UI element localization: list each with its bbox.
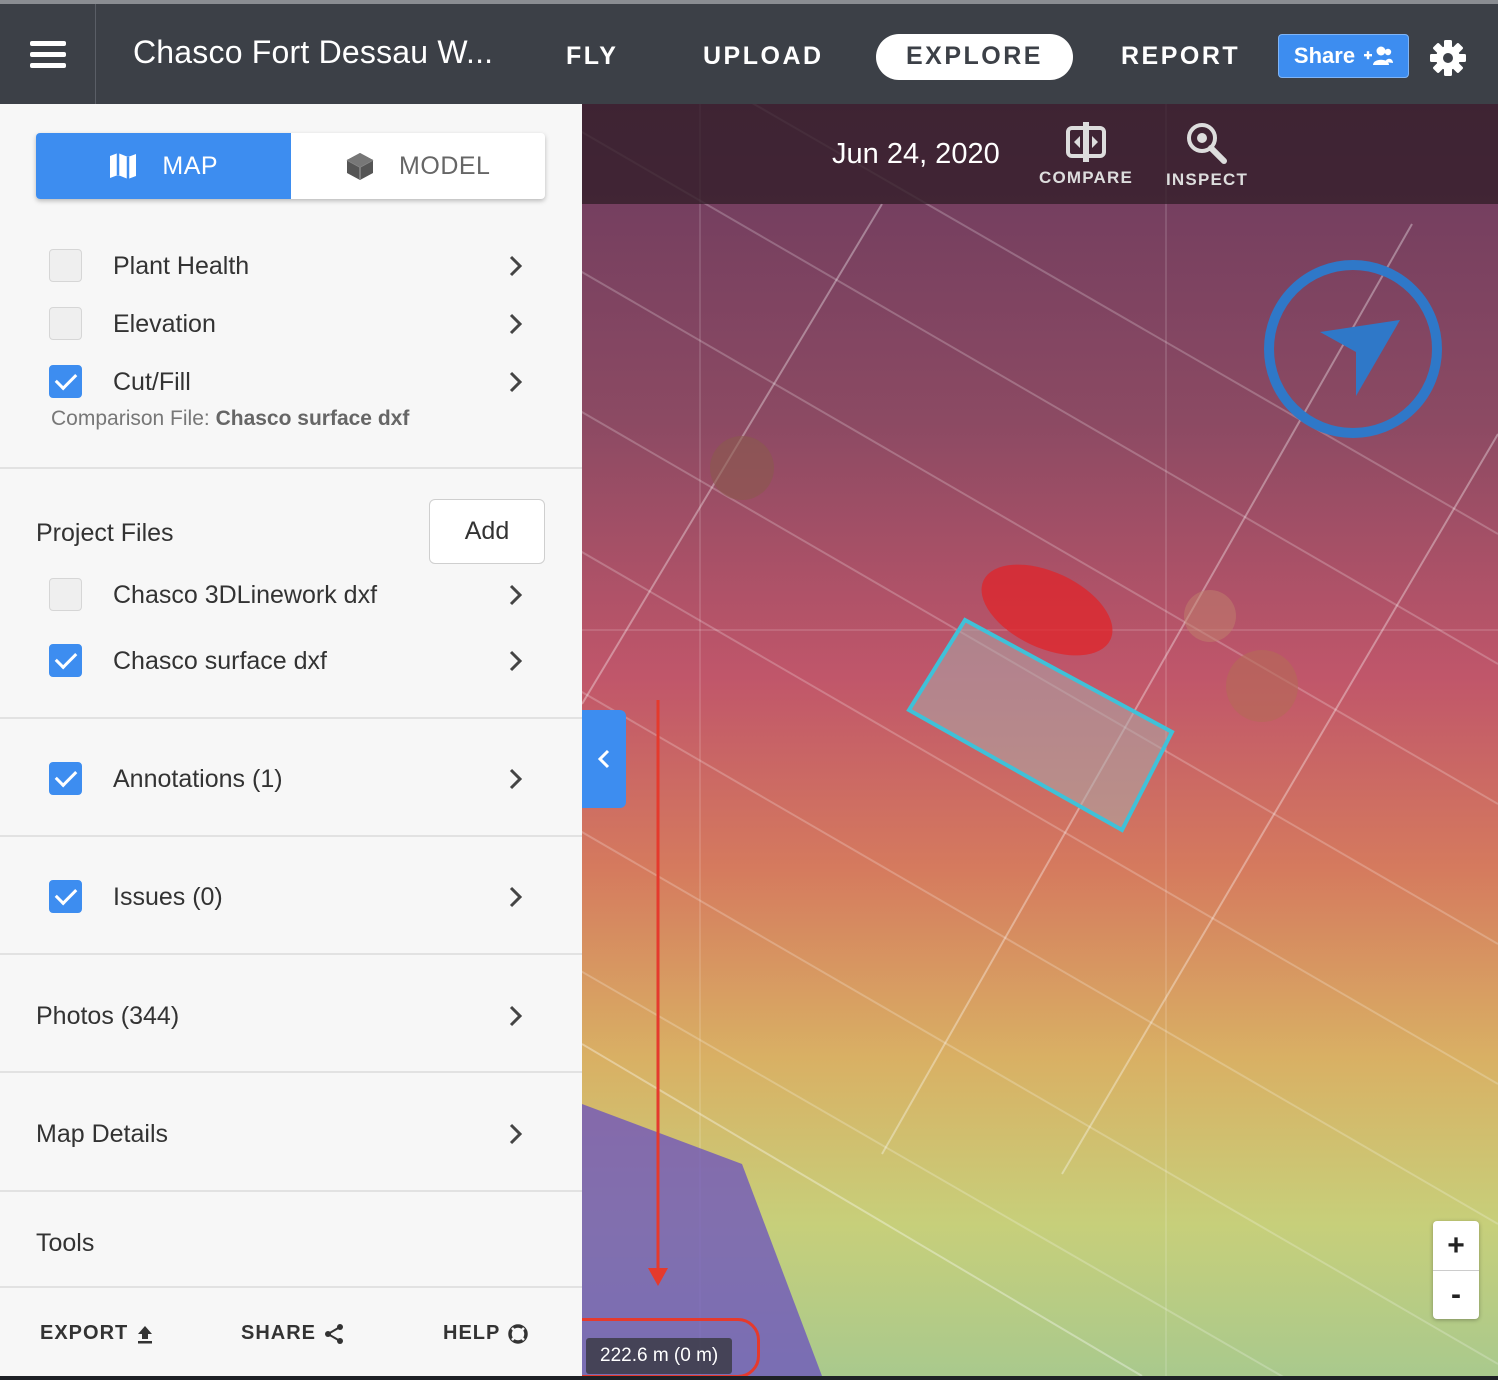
file-label: Chasco 3DLinework dxf bbox=[113, 581, 378, 609]
map-icon bbox=[110, 153, 137, 179]
map-view-label: MAP bbox=[162, 151, 219, 180]
chevron-right-icon[interactable] bbox=[508, 1004, 524, 1028]
nav-tab-report[interactable]: REPORT bbox=[1121, 42, 1240, 71]
divider bbox=[0, 953, 582, 955]
highlight-ring bbox=[582, 1318, 760, 1376]
annotations-row[interactable]: Annotations (1) bbox=[0, 753, 582, 803]
issues-label: Issues (0) bbox=[113, 883, 223, 911]
layer-row-plant-health[interactable]: Plant Health bbox=[0, 240, 582, 290]
map-details-label: Map Details bbox=[36, 1120, 168, 1148]
layer-row-elevation[interactable]: Elevation bbox=[0, 298, 582, 348]
zoom-out-button[interactable]: - bbox=[1433, 1270, 1479, 1319]
share-nodes-icon bbox=[325, 1323, 344, 1344]
export-button[interactable]: EXPORT bbox=[40, 1322, 154, 1345]
annotations-label: Annotations (1) bbox=[113, 765, 283, 793]
tools-label: Tools bbox=[36, 1229, 95, 1257]
comparison-file-note: Comparison File: Chasco surface dxf bbox=[51, 407, 409, 431]
sidebar-footer: EXPORT SHARE HELP bbox=[0, 1286, 582, 1376]
divider bbox=[0, 717, 582, 719]
map-view-button[interactable]: MAP bbox=[36, 133, 291, 199]
compare-icon bbox=[1066, 122, 1107, 162]
divider bbox=[0, 1071, 582, 1073]
plant-health-checkbox[interactable] bbox=[49, 249, 82, 282]
lifebuoy-icon bbox=[508, 1323, 529, 1344]
photos-label: Photos (344) bbox=[36, 1002, 180, 1030]
map-details-row[interactable]: Map Details bbox=[0, 1108, 582, 1158]
layer-label: Cut/Fill bbox=[113, 368, 191, 396]
photos-row[interactable]: Photos (344) bbox=[0, 990, 582, 1040]
file-row-3dlinework[interactable]: Chasco 3DLinework dxf bbox=[0, 569, 582, 619]
collapse-sidebar-button[interactable] bbox=[582, 710, 626, 808]
top-bar: Chasco Fort Dessau W... FLY UPLOAD EXPLO… bbox=[0, 0, 1498, 104]
comparison-prefix: Comparison File: bbox=[51, 407, 210, 430]
share-footer-label: SHARE bbox=[241, 1322, 317, 1344]
project-title[interactable]: Chasco Fort Dessau W... bbox=[133, 34, 493, 71]
compare-label: COMPARE bbox=[1039, 168, 1134, 187]
share-footer-button[interactable]: SHARE bbox=[241, 1322, 344, 1345]
share-button[interactable]: Share bbox=[1278, 34, 1409, 78]
chevron-right-icon[interactable] bbox=[508, 583, 524, 607]
help-button[interactable]: HELP bbox=[443, 1322, 529, 1345]
nav-tab-upload[interactable]: UPLOAD bbox=[703, 42, 824, 71]
chevron-right-icon[interactable] bbox=[508, 649, 524, 673]
layer-label: Plant Health bbox=[113, 252, 250, 280]
file-row-surface[interactable]: Chasco surface dxf bbox=[0, 635, 582, 685]
cut-fill-checkbox[interactable] bbox=[49, 365, 82, 398]
nav-tab-fly[interactable]: FLY bbox=[566, 42, 618, 71]
file-checkbox[interactable] bbox=[49, 578, 82, 611]
divider bbox=[0, 467, 582, 469]
chevron-right-icon[interactable] bbox=[508, 312, 524, 336]
capture-date[interactable]: Jun 24, 2020 bbox=[832, 138, 1000, 171]
add-people-icon bbox=[1364, 46, 1394, 65]
location-compass-icon[interactable] bbox=[1260, 256, 1446, 442]
layer-row-cut-fill[interactable]: Cut/Fill bbox=[0, 356, 582, 406]
chevron-right-icon[interactable] bbox=[508, 370, 524, 394]
issues-checkbox[interactable] bbox=[49, 880, 82, 913]
divider bbox=[0, 1190, 582, 1192]
upload-arrow-icon bbox=[138, 1325, 153, 1343]
export-label: EXPORT bbox=[40, 1322, 129, 1344]
zoom-in-button[interactable]: + bbox=[1433, 1221, 1479, 1270]
inspect-button[interactable]: INSPECT bbox=[1166, 122, 1248, 190]
file-checkbox[interactable] bbox=[49, 644, 82, 677]
zoom-controls: + - bbox=[1433, 1221, 1479, 1319]
annotations-checkbox[interactable] bbox=[49, 762, 82, 795]
inspect-magnifier-icon bbox=[1187, 123, 1228, 164]
inspect-label: INSPECT bbox=[1166, 170, 1249, 189]
tools-row[interactable]: Tools bbox=[0, 1217, 582, 1267]
project-files-title: Project Files bbox=[36, 519, 174, 547]
help-label: HELP bbox=[443, 1322, 501, 1344]
add-file-button[interactable]: Add bbox=[429, 499, 545, 564]
chevron-left-icon bbox=[597, 749, 610, 769]
share-button-label: Share bbox=[1293, 43, 1356, 68]
hamburger-menu-icon[interactable] bbox=[0, 4, 96, 104]
file-label: Chasco surface dxf bbox=[113, 647, 327, 675]
model-view-button[interactable]: MODEL bbox=[291, 133, 546, 199]
view-toggle: MAP MODEL bbox=[36, 133, 545, 199]
elevation-checkbox[interactable] bbox=[49, 307, 82, 340]
issues-row[interactable]: Issues (0) bbox=[0, 871, 582, 921]
layer-label: Elevation bbox=[113, 310, 216, 338]
chevron-right-icon[interactable] bbox=[508, 885, 524, 909]
settings-gear-icon[interactable] bbox=[1428, 38, 1468, 78]
chevron-right-icon[interactable] bbox=[508, 254, 524, 278]
chevron-right-icon[interactable] bbox=[508, 767, 524, 791]
layers-sidebar: MAP MODEL Plant Health Elevation Cut/Fil… bbox=[0, 104, 582, 1376]
compare-button[interactable]: COMPARE bbox=[1039, 122, 1133, 188]
chevron-right-icon[interactable] bbox=[508, 1122, 524, 1146]
nav-tab-explore[interactable]: EXPLORE bbox=[876, 34, 1073, 80]
cube-icon bbox=[346, 153, 374, 180]
divider bbox=[0, 835, 582, 837]
model-view-label: MODEL bbox=[399, 151, 491, 180]
comparison-file-name: Chasco surface dxf bbox=[215, 407, 410, 430]
map-viewport[interactable]: Jun 24, 2020 COMPARE INSPECT + - 222.6 m… bbox=[582, 104, 1498, 1376]
